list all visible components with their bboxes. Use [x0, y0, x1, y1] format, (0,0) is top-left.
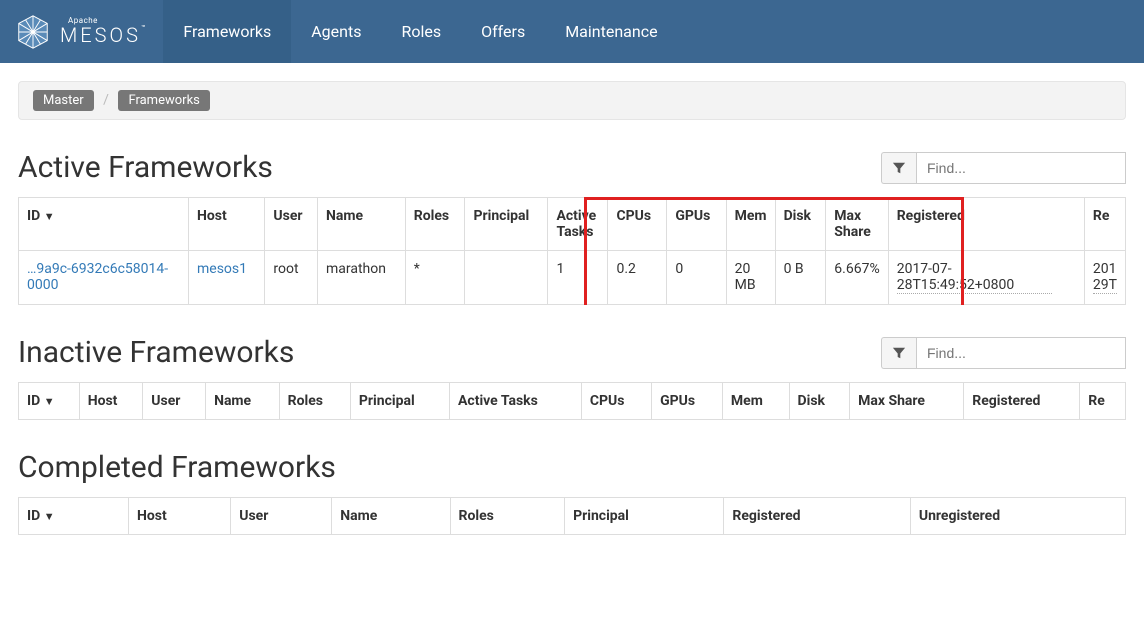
col-active-tasks[interactable]: Active Tasks [450, 383, 582, 420]
filter-input-inactive[interactable] [916, 337, 1126, 369]
col-roles[interactable]: Roles [450, 498, 565, 535]
col-user[interactable]: User [231, 498, 332, 535]
col-host[interactable]: Host [79, 383, 143, 420]
cell-re: 201 29T [1084, 251, 1125, 305]
inactive-frameworks-section: Inactive Frameworks ID ▼ Host User Name … [18, 335, 1126, 420]
cell-principal [465, 251, 548, 305]
cell-disk: 0 B [775, 251, 826, 305]
nav-offers[interactable]: Offers [461, 0, 545, 63]
col-max-share[interactable]: Max Share [826, 198, 888, 251]
col-name[interactable]: Name [332, 498, 450, 535]
nav-frameworks[interactable]: Frameworks [163, 0, 291, 63]
sort-arrow-icon: ▼ [44, 395, 55, 408]
nav-maintenance[interactable]: Maintenance [545, 0, 677, 63]
funnel-icon [892, 346, 906, 360]
col-gpus[interactable]: GPUs [652, 383, 723, 420]
brand-name-text: MESOS [60, 23, 141, 47]
filter-icon[interactable] [881, 337, 916, 369]
table-header-row: ID ▼ Host User Name Roles Principal Acti… [19, 198, 1126, 251]
mesos-logo-icon [14, 13, 52, 51]
sort-arrow-icon: ▼ [44, 210, 55, 223]
col-cpus[interactable]: CPUs [581, 383, 651, 420]
col-mem[interactable]: Mem [722, 383, 789, 420]
col-host[interactable]: Host [189, 198, 265, 251]
cell-mem: 20 MB [726, 251, 775, 305]
col-registered[interactable]: Registered [888, 198, 1084, 251]
cell-gpus: 0 [667, 251, 726, 305]
sort-arrow-icon: ▼ [44, 510, 55, 523]
col-disk[interactable]: Disk [775, 198, 826, 251]
col-principal[interactable]: Principal [465, 198, 548, 251]
filter-active [881, 152, 1126, 184]
col-gpus[interactable]: GPUs [667, 198, 726, 251]
inactive-frameworks-table: ID ▼ Host User Name Roles Principal Acti… [18, 382, 1126, 420]
col-principal[interactable]: Principal [350, 383, 449, 420]
col-unregistered[interactable]: Unregistered [910, 498, 1125, 535]
col-roles[interactable]: Roles [405, 198, 465, 251]
col-registered[interactable]: Registered [964, 383, 1080, 420]
nav-roles[interactable]: Roles [381, 0, 461, 63]
col-max-share[interactable]: Max Share [850, 383, 964, 420]
breadcrumb-separator: / [103, 92, 109, 108]
col-name[interactable]: Name [318, 198, 406, 251]
col-mem[interactable]: Mem [726, 198, 775, 251]
inactive-frameworks-title: Inactive Frameworks [18, 335, 294, 370]
col-cpus[interactable]: CPUs [608, 198, 667, 251]
col-user[interactable]: User [143, 383, 206, 420]
active-frameworks-title: Active Frameworks [18, 150, 273, 185]
filter-icon[interactable] [881, 152, 916, 184]
col-name[interactable]: Name [206, 383, 280, 420]
col-disk[interactable]: Disk [789, 383, 850, 420]
table-header-row: ID ▼ Host User Name Roles Principal Regi… [19, 498, 1126, 535]
breadcrumb-master[interactable]: Master [33, 90, 94, 111]
col-registered[interactable]: Registered [724, 498, 910, 535]
col-id[interactable]: ID ▼ [19, 383, 80, 420]
col-host[interactable]: Host [129, 498, 231, 535]
active-frameworks-section: Active Frameworks ID ▼ Host User Name Ro… [18, 150, 1126, 305]
col-id[interactable]: ID ▼ [19, 198, 189, 251]
cell-active-tasks: 1 [548, 251, 608, 305]
brand-tm: ™ [141, 24, 145, 32]
cell-name: marathon [318, 251, 406, 305]
funnel-icon [892, 161, 906, 175]
col-re[interactable]: Re [1084, 198, 1125, 251]
breadcrumb: Master / Frameworks [18, 81, 1126, 120]
filter-inactive [881, 337, 1126, 369]
col-principal[interactable]: Principal [565, 498, 724, 535]
cell-cpus: 0.2 [608, 251, 667, 305]
nav-agents[interactable]: Agents [291, 0, 381, 63]
table-header-row: ID ▼ Host User Name Roles Principal Acti… [19, 383, 1126, 420]
breadcrumb-frameworks[interactable]: Frameworks [118, 90, 209, 111]
nav-items: Frameworks Agents Roles Offers Maintenan… [163, 0, 677, 63]
col-roles[interactable]: Roles [279, 383, 350, 420]
completed-frameworks-table: ID ▼ Host User Name Roles Principal Regi… [18, 497, 1126, 535]
completed-frameworks-section: Completed Frameworks ID ▼ Host User Name… [18, 450, 1126, 535]
cell-registered: 2017-07-28T15:49:52+0800 [897, 261, 1052, 294]
completed-frameworks-title: Completed Frameworks [18, 450, 336, 485]
col-re[interactable]: Re [1080, 383, 1126, 420]
brand-logo[interactable]: Apache MESOS™ [0, 0, 163, 63]
col-id[interactable]: ID ▼ [19, 498, 129, 535]
cell-user: root [265, 251, 318, 305]
host-link[interactable]: mesos1 [197, 261, 247, 277]
active-frameworks-table: ID ▼ Host User Name Roles Principal Acti… [18, 197, 1126, 305]
cell-max-share: 6.667% [826, 251, 888, 305]
filter-input-active[interactable] [916, 152, 1126, 184]
cell-roles: * [405, 251, 465, 305]
framework-id-link[interactable]: …9a9c-6932c6c58014-0000 [27, 261, 168, 293]
table-row: …9a9c-6932c6c58014-0000 mesos1 root mara… [19, 251, 1126, 305]
navbar: Apache MESOS™ Frameworks Agents Roles Of… [0, 0, 1144, 63]
col-user[interactable]: User [265, 198, 318, 251]
col-active-tasks[interactable]: Active Tasks [548, 198, 608, 251]
